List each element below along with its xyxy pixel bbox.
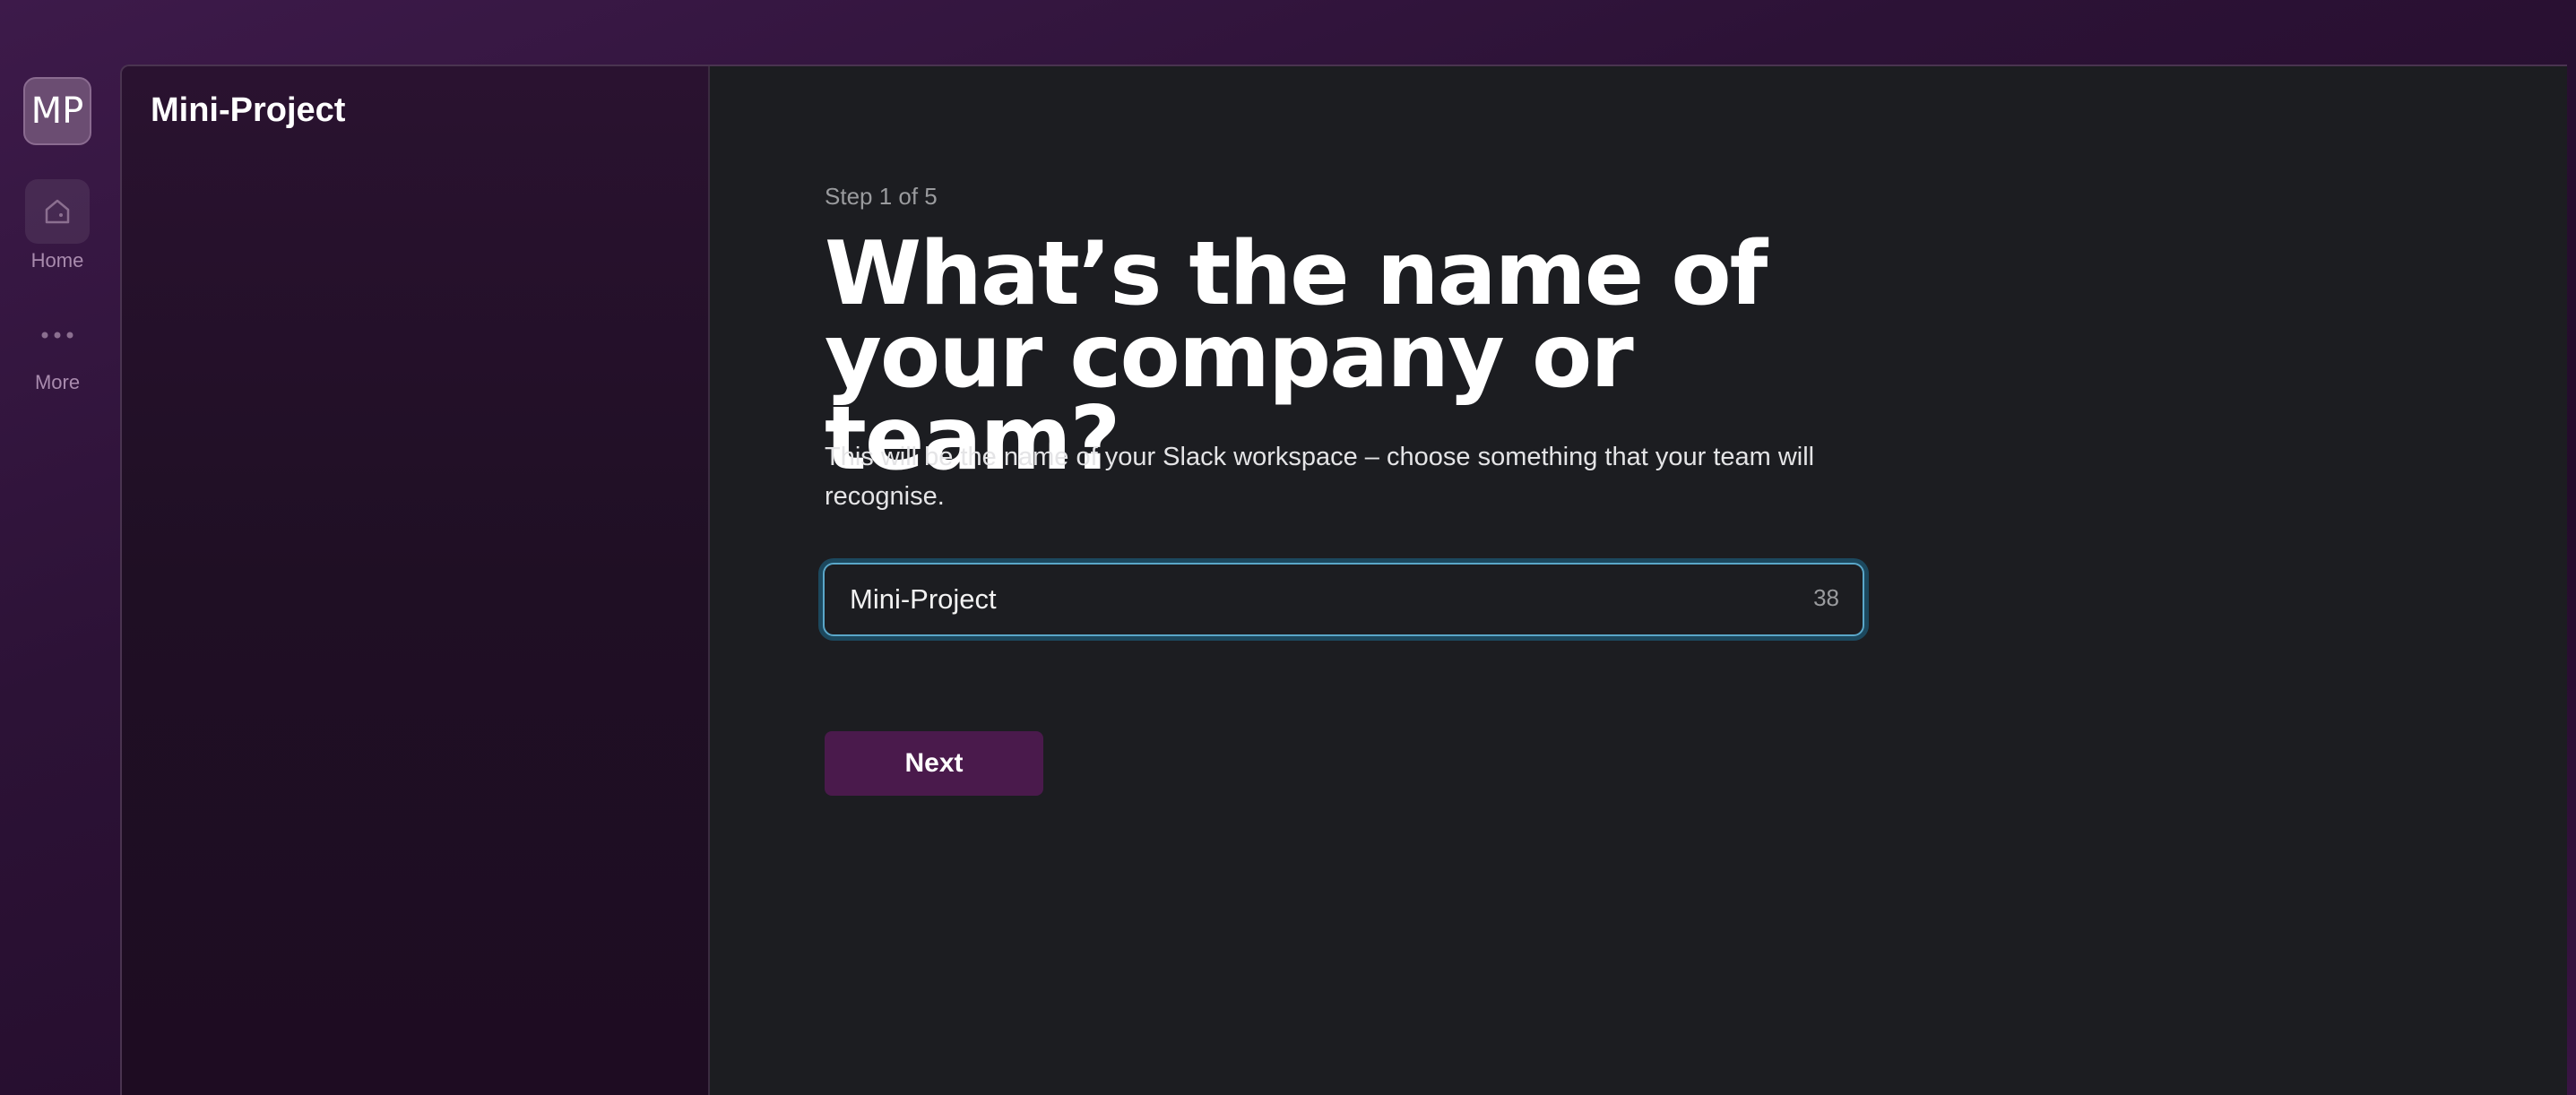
next-button[interactable]: Next — [825, 731, 1043, 796]
app-window: Mini-Project Step 1 of 5 What’s the name… — [120, 65, 2567, 1095]
home-button[interactable] — [25, 179, 90, 244]
home-label: Home — [30, 249, 84, 272]
char-counter: 38 — [1813, 584, 1839, 611]
more-button[interactable] — [25, 303, 90, 367]
setup-description: This will be the name of your Slack work… — [825, 443, 1815, 511]
workspace-name-field: 38 — [823, 563, 1864, 636]
step-indicator: Step 1 of 5 — [825, 183, 938, 210]
home-icon — [45, 199, 70, 224]
channel-sidebar: Mini-Project — [122, 66, 710, 1095]
setup-panel: Step 1 of 5 What’s the name of your comp… — [710, 66, 2567, 1095]
workspace-name-input[interactable] — [826, 566, 1776, 633]
workspace-avatar[interactable]: MP — [23, 77, 91, 145]
more-dots-icon — [41, 332, 73, 339]
more-label: More — [34, 371, 81, 393]
workspace-rail: MP Home More — [0, 0, 120, 1095]
workspace-name[interactable]: Mini-Project — [151, 91, 345, 130]
